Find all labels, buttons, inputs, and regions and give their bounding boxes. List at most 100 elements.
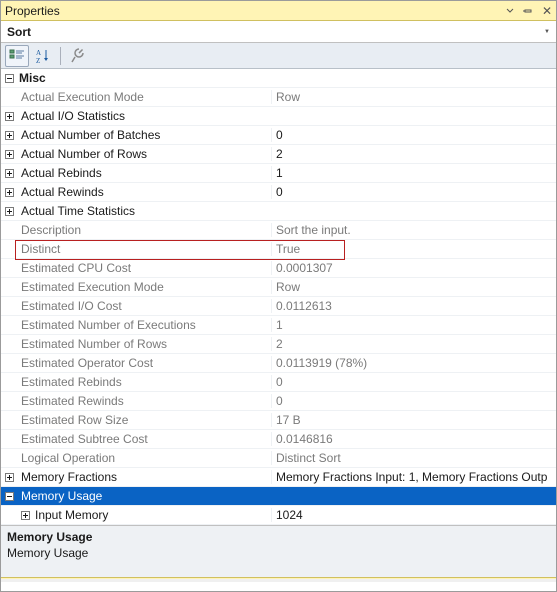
property-label: Input Memory — [33, 508, 271, 522]
expand-icon[interactable] — [1, 150, 17, 159]
property-row[interactable]: Actual Rebinds1 — [1, 164, 556, 183]
pin-icon[interactable] — [523, 6, 537, 16]
property-row[interactable]: DescriptionSort the input. — [1, 221, 556, 240]
property-value: 0 — [271, 128, 556, 142]
description-pane: Memory Usage Memory Usage — [1, 525, 556, 577]
property-row[interactable]: Actual Execution ModeRow — [1, 88, 556, 107]
expand-icon[interactable] — [1, 169, 17, 178]
close-icon[interactable]: ✕ — [540, 5, 554, 17]
property-label: Estimated Rewinds — [17, 394, 271, 408]
property-row[interactable]: Estimated Subtree Cost0.0146816 — [1, 430, 556, 449]
object-selector[interactable]: Sort ▼ — [1, 21, 556, 43]
dropdown-icon[interactable] — [506, 7, 520, 15]
expand-icon[interactable] — [1, 112, 17, 121]
property-row[interactable]: Estimated Rewinds0 — [1, 392, 556, 411]
property-label: Estimated Number of Rows — [17, 337, 271, 351]
collapse-icon[interactable] — [1, 492, 17, 501]
property-value: 0.0112613 — [271, 299, 556, 313]
property-value: 1 — [271, 166, 556, 180]
property-label: Actual Number of Batches — [17, 128, 271, 142]
property-row[interactable]: Actual Number of Rows2 — [1, 145, 556, 164]
category-row[interactable]: Misc — [1, 69, 556, 88]
property-label: Actual I/O Statistics — [17, 109, 271, 123]
toolbar-separator — [60, 47, 61, 65]
property-label: Estimated Rebinds — [17, 375, 271, 389]
property-label: Memory Usage — [17, 489, 271, 503]
property-row[interactable]: Actual Time Statistics — [1, 202, 556, 221]
property-label: Description — [17, 223, 271, 237]
window-title: Properties — [5, 4, 60, 18]
property-value: Sort the input. — [271, 223, 556, 237]
property-value: 0 — [271, 394, 556, 408]
property-row[interactable]: Estimated Number of Executions1 — [1, 316, 556, 335]
property-row[interactable]: Estimated Row Size17 B — [1, 411, 556, 430]
property-row[interactable]: Actual Number of Batches0 — [1, 126, 556, 145]
property-label: Actual Number of Rows — [17, 147, 271, 161]
property-value: Row — [271, 90, 556, 104]
property-row[interactable]: Estimated CPU Cost0.0001307 — [1, 259, 556, 278]
property-row[interactable]: Input Memory1024 — [1, 506, 556, 525]
property-row[interactable]: Estimated Rebinds0 — [1, 373, 556, 392]
property-label: Estimated Row Size — [17, 413, 271, 427]
property-value: Distinct Sort — [271, 451, 556, 465]
bottom-area — [1, 579, 556, 582]
property-value: 2 — [271, 337, 556, 351]
categorized-button[interactable] — [5, 45, 29, 67]
property-row[interactable]: Actual I/O Statistics — [1, 107, 556, 126]
property-label: Actual Execution Mode — [17, 90, 271, 104]
property-value: Row — [271, 280, 556, 294]
property-row[interactable]: Estimated Number of Rows2 — [1, 335, 556, 354]
expand-icon[interactable] — [1, 131, 17, 140]
property-label: Estimated Number of Executions — [17, 318, 271, 332]
category-label: Misc — [17, 71, 271, 85]
property-row[interactable]: Logical OperationDistinct Sort — [1, 449, 556, 468]
property-value: 0 — [271, 375, 556, 389]
property-value: 0.0113919 (78%) — [271, 356, 556, 370]
description-name: Memory Usage — [7, 530, 550, 544]
property-value: 0.0146816 — [271, 432, 556, 446]
expand-icon[interactable] — [1, 473, 17, 482]
property-row[interactable]: Memory Usage — [1, 487, 556, 506]
property-value: 1 — [271, 318, 556, 332]
property-value: 2 — [271, 147, 556, 161]
alphabetical-button[interactable]: A Z — [31, 45, 55, 67]
svg-text:Z: Z — [36, 57, 40, 64]
property-label: Estimated CPU Cost — [17, 261, 271, 275]
property-label: Distinct — [17, 242, 271, 256]
property-row[interactable]: Estimated Execution ModeRow — [1, 278, 556, 297]
property-toolbar: A Z — [1, 43, 556, 69]
expand-icon[interactable] — [1, 511, 33, 520]
titlebar: Properties ✕ — [1, 1, 556, 21]
property-value: True — [271, 242, 556, 256]
property-label: Actual Time Statistics — [17, 204, 271, 218]
property-label: Logical Operation — [17, 451, 271, 465]
property-label: Estimated I/O Cost — [17, 299, 271, 313]
property-grid-container: Misc Actual Execution ModeRowActual I/O … — [1, 69, 556, 525]
property-value: 0 — [271, 185, 556, 199]
property-value: 17 B — [271, 413, 556, 427]
property-row[interactable]: Estimated I/O Cost0.0112613 — [1, 297, 556, 316]
description-help: Memory Usage — [7, 546, 550, 560]
property-label: Actual Rebinds — [17, 166, 271, 180]
property-label: Memory Fractions — [17, 470, 271, 484]
svg-text:A: A — [36, 49, 41, 57]
expand-icon[interactable] — [1, 188, 17, 197]
chevron-down-icon: ▼ — [544, 29, 550, 35]
property-label: Estimated Subtree Cost — [17, 432, 271, 446]
property-label: Estimated Operator Cost — [17, 356, 271, 370]
property-value: Memory Fractions Input: 1, Memory Fracti… — [271, 470, 556, 484]
property-row[interactable]: Memory FractionsMemory Fractions Input: … — [1, 468, 556, 487]
selected-object-text: Sort — [7, 25, 31, 39]
collapse-icon[interactable] — [1, 74, 17, 83]
property-pages-button[interactable] — [66, 45, 90, 67]
property-row[interactable]: Estimated Operator Cost0.0113919 (78%) — [1, 354, 556, 373]
property-value: 1024 — [271, 508, 556, 522]
property-label: Estimated Execution Mode — [17, 280, 271, 294]
property-row[interactable]: Actual Rewinds0 — [1, 183, 556, 202]
property-value: 0.0001307 — [271, 261, 556, 275]
expand-icon[interactable] — [1, 207, 17, 216]
property-grid[interactable]: Misc Actual Execution ModeRowActual I/O … — [1, 69, 556, 525]
property-label: Actual Rewinds — [17, 185, 271, 199]
property-row[interactable]: DistinctTrue — [1, 240, 556, 259]
titlebar-buttons: ✕ — [506, 5, 554, 17]
